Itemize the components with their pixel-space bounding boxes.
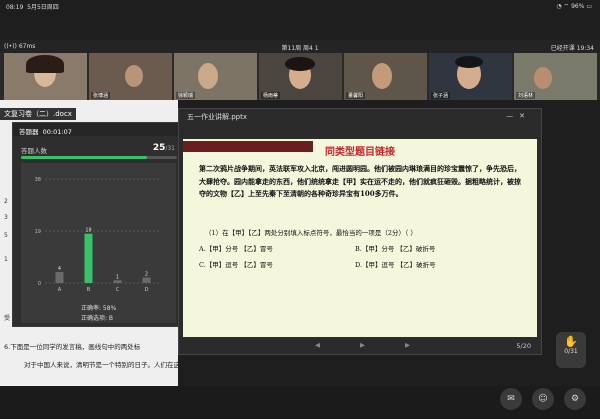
- doc-fragment: 2: [4, 198, 8, 205]
- close-icon[interactable]: ✕: [519, 112, 531, 120]
- chart-svg: 0 19 38 4 A 18 B 1 C 2 D: [35, 177, 161, 293]
- y-tick-label: 0: [38, 281, 41, 287]
- ppt-window[interactable]: 五一作业讲解.pptx —✕ 同类型题目链接 第二次鸦片战争期间，英法联军攻入北…: [178, 108, 542, 355]
- bar-value-label: 2: [145, 272, 148, 278]
- doc-question-6-text: 对于中国人来说，清明节是一个特别的日子。人们在这一天表达怀念之情: [24, 361, 232, 369]
- chart-bar-c: [113, 280, 122, 283]
- slide-paragraph: 第二次鸦片战争期间，英法联军攻入北京，闯进圆明园。他们被园内琳琅满目的珍宝震惊了…: [199, 164, 521, 198]
- settings-icon[interactable]: ⚙: [564, 388, 586, 410]
- slide: 同类型题目链接 第二次鸦片战争期间，英法联军攻入北京，闯进圆明园。他们被园内琳琅…: [183, 139, 537, 337]
- hand-raise-count: 0/31: [564, 348, 578, 355]
- hand-icon: ✋: [564, 335, 578, 348]
- video-tile[interactable]: 董馨阳: [344, 53, 427, 100]
- meeting-top-bar: ((•)) 67ms 第11周 周4 1 已经开课 19:34: [0, 40, 600, 53]
- x-tick-label: C: [116, 287, 120, 293]
- answer-stats-panel: 答题器 00:01:07 答题人数 25/31 0 19 38 4 A 18 B 1 C 2 D 正…: [12, 122, 182, 327]
- answer-progress-fill: [21, 156, 147, 159]
- answer-count: 25/31: [152, 143, 175, 153]
- doc-fragment: 受: [4, 315, 11, 322]
- slide-nav: ◀▶▶: [315, 341, 450, 349]
- bar-value-label: 4: [58, 266, 61, 272]
- answer-timer: 00:01:07: [42, 128, 72, 136]
- answer-distribution-chart: 0 19 38 4 A 18 B 1 C 2 D 正确率: 58% 正确选项: B: [21, 163, 176, 323]
- y-tick-label: 19: [35, 229, 41, 235]
- document-title: 文复习卷（二）.docx: [0, 108, 76, 120]
- prev-slide-icon[interactable]: ◀: [315, 341, 360, 349]
- chart-bar-a: [55, 272, 64, 283]
- play-icon[interactable]: ▶: [360, 341, 405, 349]
- answer-timer-row: 答题器 00:01:07: [13, 123, 181, 136]
- y-tick-label: 38: [35, 177, 41, 183]
- doc-fragment: 1: [4, 256, 8, 263]
- x-tick-label: A: [58, 287, 62, 293]
- status-battery: ◔ ⌔ 96% ▭: [556, 3, 592, 10]
- video-tile[interactable]: [4, 53, 87, 100]
- x-tick-label: D: [145, 287, 149, 293]
- option-c: C.【甲】逗号 【乙】冒号: [199, 261, 273, 269]
- status-time: 08:19 5月5日周四: [6, 4, 59, 11]
- accuracy-label: 正确率: 58%: [81, 305, 117, 312]
- members-icon[interactable]: ☺: [532, 388, 554, 410]
- status-bar: 08:19 5月5日周四 ◔ ⌔ 96% ▭: [0, 0, 600, 12]
- elapsed-time: 已经开课 19:34: [550, 45, 594, 52]
- chart-bar-b: [84, 233, 93, 283]
- correct-option-label: 正确选项: B: [81, 315, 114, 322]
- chart-bar-d: [142, 277, 151, 283]
- hand-raise-widget[interactable]: ✋ 0/31: [556, 332, 586, 368]
- option-b: B.【甲】分号 【乙】破折号: [355, 245, 436, 253]
- meeting-title: 第11周 周4 1: [281, 45, 319, 52]
- video-tile[interactable]: 刘语林: [514, 53, 597, 100]
- x-tick-label: B: [87, 287, 91, 293]
- option-d: D.【甲】逗号 【乙】破折号: [355, 261, 436, 269]
- ppt-title: 五一作业讲解.pptx: [187, 113, 247, 121]
- doc-fragment: 5: [4, 232, 8, 239]
- video-tile[interactable]: 张博涵: [89, 53, 172, 100]
- doc-fragment: 3: [4, 214, 8, 221]
- video-tile[interactable]: 杨雨蒂: [259, 53, 342, 100]
- answer-count-label: 答题人数: [21, 147, 47, 155]
- window-controls: —✕: [506, 112, 531, 120]
- bar-value-label: 1: [116, 274, 119, 280]
- slide-question: （1）在【甲】【乙】两处分别填入标点符号，最恰当的一项是（2分）（ ）: [205, 229, 417, 237]
- answerer-label: 答题器: [19, 128, 39, 136]
- ppt-footer: ◀▶▶ 5/20: [179, 338, 541, 354]
- chat-icon[interactable]: ✉: [500, 388, 522, 410]
- answer-progress-bar: [21, 156, 177, 159]
- slide-page-indicator: 5/20: [516, 342, 531, 350]
- bar-value-label: 18: [85, 228, 91, 234]
- option-a: A.【甲】分号 【乙】冒号: [199, 245, 273, 253]
- minimize-icon[interactable]: —: [506, 112, 519, 120]
- video-tile[interactable]: 张子涵: [429, 53, 512, 100]
- video-tile[interactable]: 徐颖瑞: [174, 53, 257, 100]
- video-strip: 张博涵 徐颖瑞 杨雨蒂 董馨阳 张子涵 刘语林: [0, 53, 600, 100]
- next-slide-icon[interactable]: ▶: [405, 341, 450, 349]
- doc-question-6: 6.下面是一位同学的发言稿，画线句中的两处标: [4, 343, 141, 351]
- slide-title: 同类型题目链接: [325, 147, 395, 158]
